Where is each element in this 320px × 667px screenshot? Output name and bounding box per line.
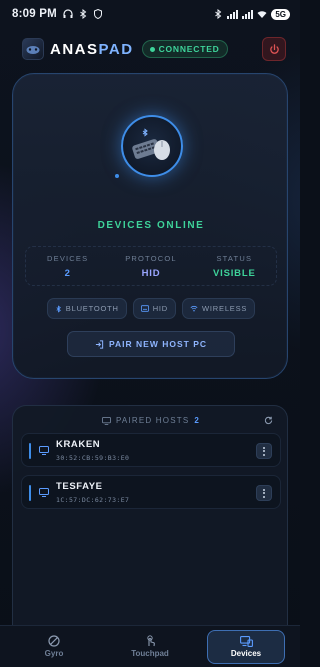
brand-main: ANAS bbox=[50, 40, 99, 58]
tab-label: Gyro bbox=[44, 649, 64, 658]
power-icon bbox=[269, 43, 279, 54]
stat-devices: DEVICES 2 bbox=[26, 247, 109, 285]
monitor-icon bbox=[39, 488, 49, 497]
host-mac: 1C:57:DC:62:73:E7 bbox=[56, 496, 130, 504]
status-bar: 8:09 PM 5G bbox=[0, 0, 300, 28]
stat-status: STATUS VISIBLE bbox=[193, 247, 276, 285]
status-time: 8:09 PM bbox=[12, 8, 57, 20]
touch-icon bbox=[147, 635, 155, 647]
power-button[interactable] bbox=[262, 37, 286, 61]
more-options-button[interactable] bbox=[256, 485, 272, 501]
keyboard-mouse-icon bbox=[132, 128, 170, 160]
device-hero bbox=[121, 115, 183, 177]
wifi-icon bbox=[257, 11, 267, 18]
stat-value: 2 bbox=[64, 268, 71, 279]
bluetooth-status-icon bbox=[215, 9, 222, 19]
host-name: KRAKEN bbox=[56, 439, 101, 450]
app-header: ANASPAD CONNECTED bbox=[0, 36, 300, 62]
chip-hid: HID bbox=[132, 298, 177, 319]
tab-label: Touchpad bbox=[131, 649, 169, 658]
wifi-icon bbox=[190, 305, 198, 312]
stat-protocol: PROTOCOL HID bbox=[109, 247, 192, 285]
monitor-icon bbox=[39, 446, 49, 455]
bluetooth-icon bbox=[56, 304, 61, 313]
status-dot-icon bbox=[149, 46, 155, 52]
signal-icon bbox=[227, 9, 239, 19]
stat-label: PROTOCOL bbox=[125, 254, 177, 263]
stat-value: HID bbox=[141, 268, 161, 279]
brand-accent: PAD bbox=[98, 40, 134, 58]
bluetooth-icon bbox=[80, 9, 87, 19]
connection-badge: CONNECTED bbox=[141, 40, 228, 58]
stats-row: DEVICES 2 PROTOCOL HID STATUS VISIBLE bbox=[25, 246, 277, 286]
host-mac: 30:52:CB:59:B3:E0 bbox=[56, 454, 130, 462]
headphones-icon bbox=[63, 9, 73, 18]
more-options-button[interactable] bbox=[256, 443, 272, 459]
status-right-icons: 5G bbox=[213, 8, 290, 20]
devices-card: DEVICES ONLINE DEVICES 2 PROTOCOL HID ST… bbox=[12, 73, 288, 379]
login-icon bbox=[95, 339, 104, 349]
paired-hosts-header: PAIRED HOSTS 2 bbox=[13, 416, 289, 425]
stat-value: VISIBLE bbox=[213, 268, 256, 279]
status-left-icons bbox=[63, 9, 103, 19]
refresh-icon[interactable] bbox=[264, 416, 273, 425]
host-accent-bar bbox=[29, 485, 31, 501]
stat-label: DEVICES bbox=[47, 254, 89, 263]
battery-indicator: 5G bbox=[271, 8, 290, 20]
devices-online-title: DEVICES ONLINE bbox=[97, 220, 205, 231]
paired-hosts-panel: PAIRED HOSTS 2 KRAKEN 30:52:CB:59:B3:E0 … bbox=[12, 405, 288, 625]
paired-hosts-title: PAIRED HOSTS bbox=[115, 416, 190, 425]
tab-label: Devices bbox=[230, 648, 262, 658]
capability-chips: BLUETOOTH HID WIRELESS bbox=[13, 298, 289, 319]
app-logo bbox=[22, 38, 44, 60]
host-row-tesfaye[interactable]: TESFAYE 1C:57:DC:62:73:E7 bbox=[21, 475, 281, 509]
keyboard-icon bbox=[140, 305, 149, 312]
monitor-icon bbox=[102, 416, 111, 425]
app-brand: ANASPAD bbox=[50, 41, 134, 58]
signal-2-icon bbox=[242, 9, 254, 19]
paired-hosts-count: 2 bbox=[194, 416, 201, 425]
stat-label: STATUS bbox=[216, 254, 253, 263]
chip-label: HID bbox=[152, 304, 169, 313]
tab-devices[interactable]: Devices bbox=[207, 629, 285, 664]
connection-status-label: CONNECTED bbox=[158, 44, 220, 54]
gamepad-logo-icon bbox=[26, 46, 40, 54]
security-icon bbox=[93, 9, 102, 19]
host-row-kraken[interactable]: KRAKEN 30:52:CB:59:B3:E0 bbox=[21, 433, 281, 467]
status-dot-icon bbox=[115, 174, 119, 178]
pair-new-host-button[interactable]: PAIR NEW HOST PC bbox=[67, 331, 235, 357]
chip-wireless: WIRELESS bbox=[182, 298, 256, 319]
chip-bluetooth: BLUETOOTH bbox=[46, 298, 127, 319]
devices-icon bbox=[239, 635, 253, 647]
tab-gyro[interactable]: Gyro bbox=[15, 630, 93, 664]
chip-label: WIRELESS bbox=[202, 304, 248, 313]
bottom-navigation: Gyro Touchpad Devices bbox=[0, 625, 300, 667]
chip-label: BLUETOOTH bbox=[65, 304, 119, 313]
gyro-icon bbox=[48, 635, 60, 647]
pair-button-label: PAIR NEW HOST PC bbox=[108, 339, 207, 349]
tab-touchpad[interactable]: Touchpad bbox=[111, 630, 189, 664]
host-accent-bar bbox=[29, 443, 31, 459]
host-name: TESFAYE bbox=[56, 481, 103, 492]
